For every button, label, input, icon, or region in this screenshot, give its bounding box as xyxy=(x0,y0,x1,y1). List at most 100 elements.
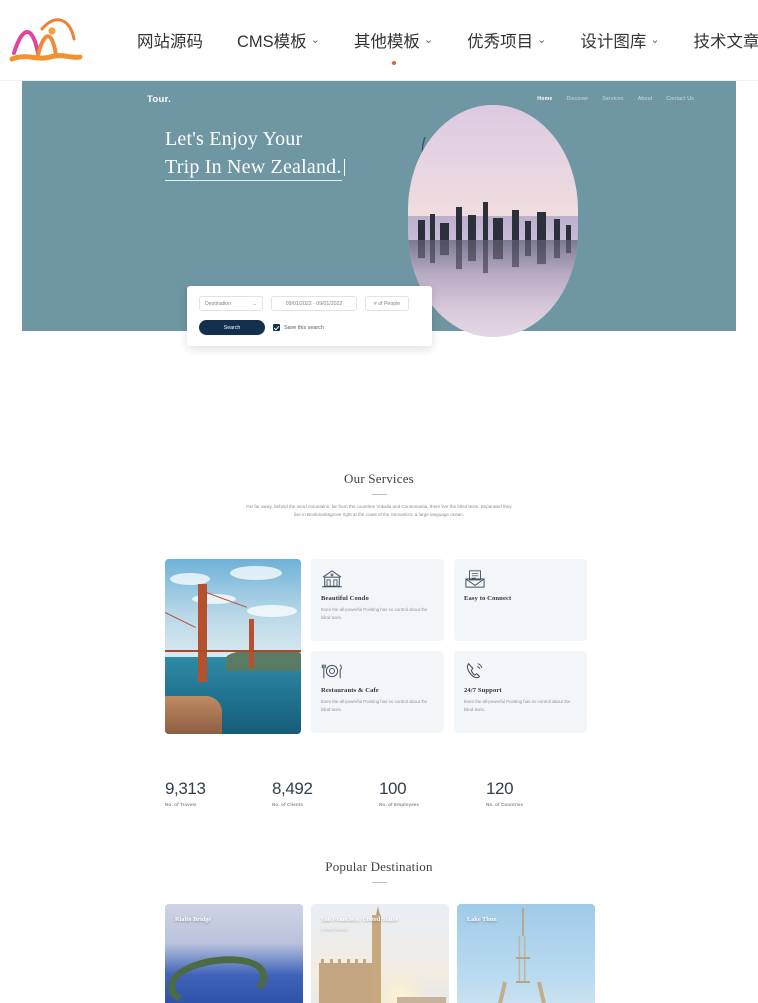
hero-nav-discover[interactable]: Discover xyxy=(566,96,588,102)
destination-card-sanfrancisco[interactable]: San Francisco, United States United Stat… xyxy=(311,904,449,1003)
search-button-label: Search xyxy=(223,324,241,331)
chevron-down-icon: ⌄ xyxy=(423,33,434,46)
title-divider xyxy=(371,494,387,495)
tower-leg-left xyxy=(485,981,507,1003)
service-cards: Beautiful Condo Even the all-powerful Po… xyxy=(311,559,595,734)
date-range-input[interactable]: 09/01/2022 - 09/01/2022 xyxy=(271,296,357,311)
destinations-grid: Rialto Bridge San Francisco, United Stat… xyxy=(165,904,595,1003)
active-indicator-dot xyxy=(391,61,396,65)
service-card-support[interactable]: 24/7 Support Even the all-powerful Point… xyxy=(454,651,587,733)
stat-number: 9,313 xyxy=(165,779,206,798)
destination-value: Destination xyxy=(205,300,231,307)
service-name: 24/7 Support xyxy=(464,687,502,694)
stat-countries: 120 No. of Countries xyxy=(486,779,593,807)
destination-card-lakethun[interactable]: Lake Thun xyxy=(457,904,595,1003)
services-grid: Beautiful Condo Even the all-powerful Po… xyxy=(165,559,595,734)
service-card-restaurants[interactable]: Restaurants & Cafe Even the all-powerful… xyxy=(311,651,444,733)
service-text: Even the all-powerful Pointing has no co… xyxy=(321,607,428,620)
nav-label: 设计图库 xyxy=(580,33,647,51)
hero-title-line2: Trip In New Zealand. xyxy=(165,156,342,182)
clock-tower xyxy=(371,914,381,1003)
stat-clients: 8,492 No. of Clients xyxy=(272,779,379,807)
nav-item-2[interactable]: 其他模板 ⌄ xyxy=(337,22,450,65)
stats-row: 9,313 No. of Travels 8,492 No. of Client… xyxy=(165,779,595,807)
destination-sublabel: United States xyxy=(321,926,348,931)
chevron-down-icon: ⌄ xyxy=(310,33,320,46)
bridge-tower-near xyxy=(197,583,207,682)
stat-label: No. of Countries xyxy=(486,802,524,807)
hero-nav: Home Discover Services About Contact Us xyxy=(537,96,716,102)
phone-support-icon xyxy=(464,661,577,683)
save-search-label: Save this search xyxy=(284,324,324,331)
template-preview: Tour. Home Discover Services About Conta… xyxy=(0,81,758,1003)
hero-brand[interactable]: Tour. xyxy=(147,94,171,105)
text-cursor xyxy=(343,159,346,177)
service-name: Restaurants & Cafe xyxy=(321,687,379,694)
nav-label: 技术文章 xyxy=(693,33,758,51)
nav-label: 优秀项目 xyxy=(467,33,534,51)
destination-select[interactable]: Destination ⌄ xyxy=(199,296,263,311)
chevron-down-icon: ⌄ xyxy=(252,300,257,307)
destination-label: Rialto Bridge xyxy=(175,916,212,923)
envelope-icon xyxy=(464,569,577,591)
search-button[interactable]: Search xyxy=(199,320,265,335)
hero-navbar: Tour. Home Discover Services About Conta… xyxy=(22,81,736,109)
chevron-down-icon: ⌄ xyxy=(537,33,547,46)
destinations-section: Popular Destination Rialto Bridge San Fr… xyxy=(0,859,758,1003)
services-title: Our Services xyxy=(344,471,414,486)
site-logo-icon[interactable] xyxy=(8,9,86,71)
bridge-tower-far xyxy=(249,618,255,668)
nav-item-3[interactable]: 优秀项目 ⌄ xyxy=(450,22,563,58)
save-search-toggle[interactable]: Save this search xyxy=(273,324,324,331)
stat-label: No. of Travels xyxy=(165,802,197,807)
hero-nav-home[interactable]: Home xyxy=(537,96,552,102)
tower-leg-right xyxy=(537,981,558,1003)
people-count-input[interactable]: # of People xyxy=(365,296,409,311)
stat-number: 8,492 xyxy=(272,779,313,798)
hero-nav-about[interactable]: About xyxy=(638,96,653,102)
date-range-value: 09/01/2022 - 09/01/2022 xyxy=(285,300,343,307)
destinations-title: Popular Destination xyxy=(325,859,433,874)
search-fields-row: Destination ⌄ 09/01/2022 - 09/01/2022 # … xyxy=(199,296,420,311)
stat-label: No. of Clients xyxy=(272,802,304,807)
nav-item-0[interactable]: 网站源码 xyxy=(120,22,220,58)
stat-employees: 100 No. of Employees xyxy=(379,779,486,807)
service-name: Easy to Connect xyxy=(464,595,512,602)
palace-building xyxy=(319,958,372,1003)
stat-travels: 9,313 No. of Travels xyxy=(165,779,272,807)
destination-label: San Francisco, United States xyxy=(321,916,398,923)
restaurant-cutlery-icon xyxy=(321,661,434,683)
service-card-condo[interactable]: Beautiful Condo Even the all-powerful Po… xyxy=(311,559,444,641)
skyline-reflection xyxy=(408,239,578,277)
hillside xyxy=(226,650,301,671)
main-nav: 网站源码 CMS模板 ⌄ 其他模板 ⌄ 优秀项目 ⌄ 设计图库 ⌄ 技术文章 ⌄ xyxy=(120,22,758,65)
hero-photo xyxy=(408,105,578,337)
nav-item-5[interactable]: 技术文章 ⌄ xyxy=(677,22,758,58)
hero-nav-contact[interactable]: Contact Us xyxy=(666,96,694,102)
hero-nav-services[interactable]: Services xyxy=(602,96,624,102)
nav-item-1[interactable]: CMS模板 ⌄ xyxy=(220,22,337,58)
nav-label: CMS模板 xyxy=(237,33,307,51)
destination-label: Lake Thun xyxy=(467,916,497,923)
chevron-down-icon: ⌄ xyxy=(650,33,660,46)
bridge xyxy=(396,996,447,1003)
island-shape xyxy=(165,950,270,1003)
destination-card-rialto[interactable]: Rialto Bridge xyxy=(165,904,303,1003)
hero-title: Let's Enjoy Your Trip In New Zealand. xyxy=(165,125,346,182)
nav-label: 其他模板 xyxy=(353,33,420,51)
search-card: Destination ⌄ 09/01/2022 - 09/01/2022 # … xyxy=(187,286,432,346)
service-name: Beautiful Condo xyxy=(321,595,369,602)
services-photo xyxy=(165,559,301,734)
stat-number: 100 xyxy=(379,779,407,798)
stat-label: No. of Employees xyxy=(379,802,420,807)
service-card-connect[interactable]: Easy to Connect xyxy=(454,559,587,641)
search-action-row: Search Save this search xyxy=(199,320,420,335)
services-description: Far far away, behind the word mountains,… xyxy=(246,504,512,518)
nav-label: 网站源码 xyxy=(137,33,203,51)
nav-item-4[interactable]: 设计图库 ⌄ xyxy=(563,22,676,58)
tower-antenna xyxy=(521,907,524,937)
save-search-checkbox[interactable] xyxy=(273,324,280,331)
service-text: Even the all-powerful Pointing has no co… xyxy=(464,699,571,712)
site-header: 网站源码 CMS模板 ⌄ 其他模板 ⌄ 优秀项目 ⌄ 设计图库 ⌄ 技术文章 ⌄ xyxy=(0,0,758,81)
service-text: Even the all-powerful Pointing has no co… xyxy=(321,699,428,712)
